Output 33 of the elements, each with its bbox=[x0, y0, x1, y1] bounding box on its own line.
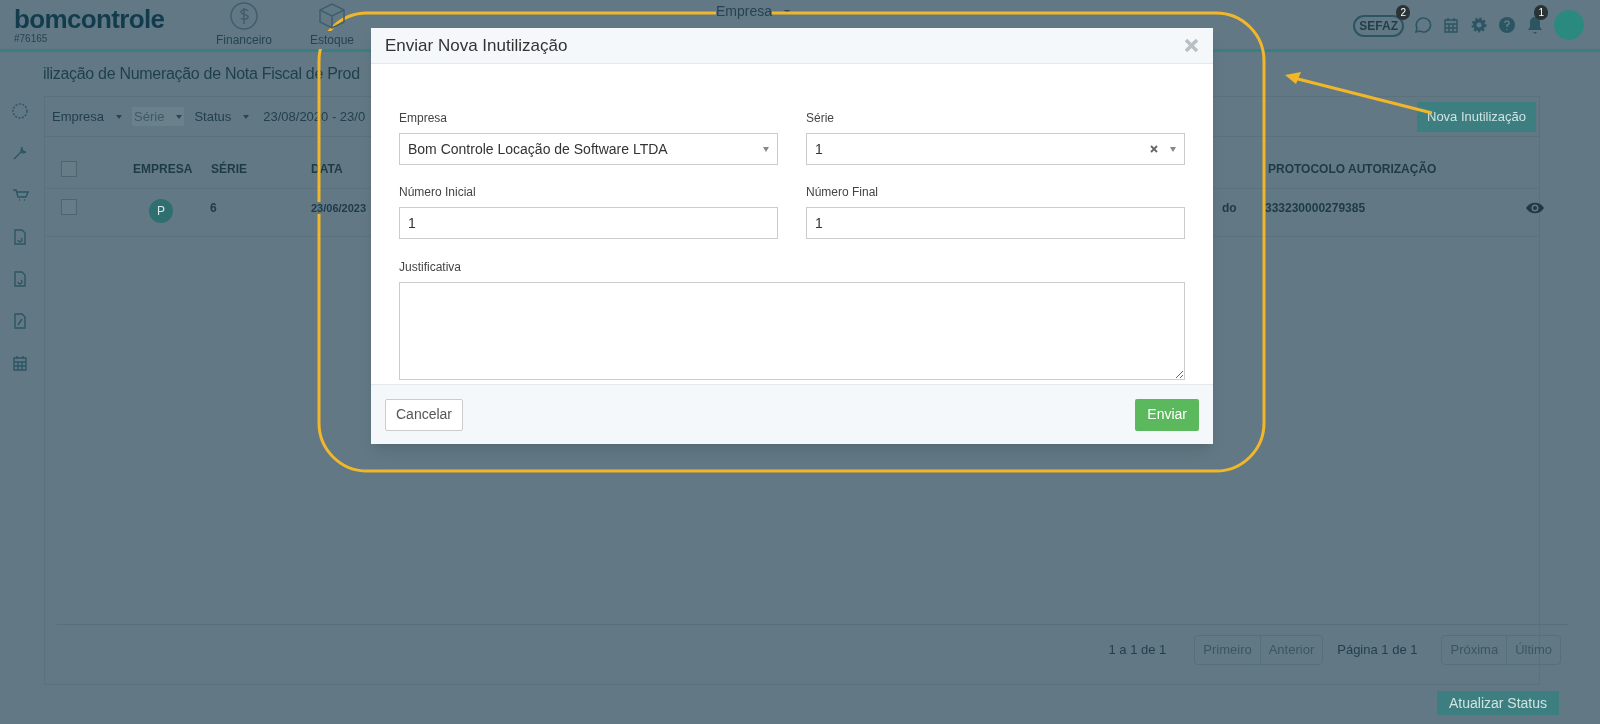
new-inutilization-button[interactable]: Nova Inutilização bbox=[1417, 101, 1536, 132]
page-indicator: Página 1 de 1 bbox=[1337, 640, 1418, 659]
filter-dropdown[interactable]: Empresa bbox=[50, 106, 125, 127]
submit-button[interactable]: Enviar bbox=[1135, 398, 1199, 431]
field-label: Justificativa bbox=[399, 258, 462, 276]
column-header: SÉRIE bbox=[211, 160, 248, 178]
modal-title: Enviar Nova Inutilização bbox=[385, 34, 568, 57]
nav-item[interactable]: Estoque bbox=[288, 0, 376, 49]
field-label: Série bbox=[806, 110, 834, 127]
table-cell-text: 6 bbox=[210, 200, 218, 217]
field-label: Número Inicial bbox=[399, 184, 476, 202]
select-field[interactable]: Bom Controle Locação de Software LTDA bbox=[399, 133, 778, 165]
nav-item[interactable]: Financeiro bbox=[200, 0, 288, 49]
select-field[interactable]: 1 bbox=[806, 133, 1185, 165]
results-summary: 1 a 1 de 1 bbox=[1108, 640, 1167, 659]
input-field[interactable]: 1 bbox=[806, 207, 1185, 240]
select-value: Bom Controle Locação de Software LTDA bbox=[408, 139, 669, 159]
cancel-button[interactable]: Cancelar bbox=[385, 398, 464, 431]
logo[interactable]: bomcontrole bbox=[14, 5, 165, 33]
input-field[interactable]: 1 bbox=[399, 207, 778, 240]
column-header: PROTOCOLO AUTORIZAÇÃO bbox=[1268, 160, 1437, 178]
refresh-status-button[interactable]: Atualizar Status bbox=[1437, 691, 1559, 715]
badge: 2 bbox=[1396, 4, 1410, 20]
filter-dropdown[interactable]: Status bbox=[192, 106, 252, 127]
account-number: #76165 bbox=[14, 33, 48, 44]
table-cell: do bbox=[1222, 201, 1237, 215]
company-avatar: P bbox=[149, 199, 173, 223]
table-cell: 23/06/2023 bbox=[311, 202, 367, 214]
field-label: Número Final bbox=[806, 184, 879, 202]
field-label: Empresa bbox=[399, 110, 448, 127]
select-value: 1 bbox=[815, 139, 824, 159]
badge: 1 bbox=[1534, 4, 1548, 20]
column-header: EMPRESA bbox=[133, 160, 194, 178]
